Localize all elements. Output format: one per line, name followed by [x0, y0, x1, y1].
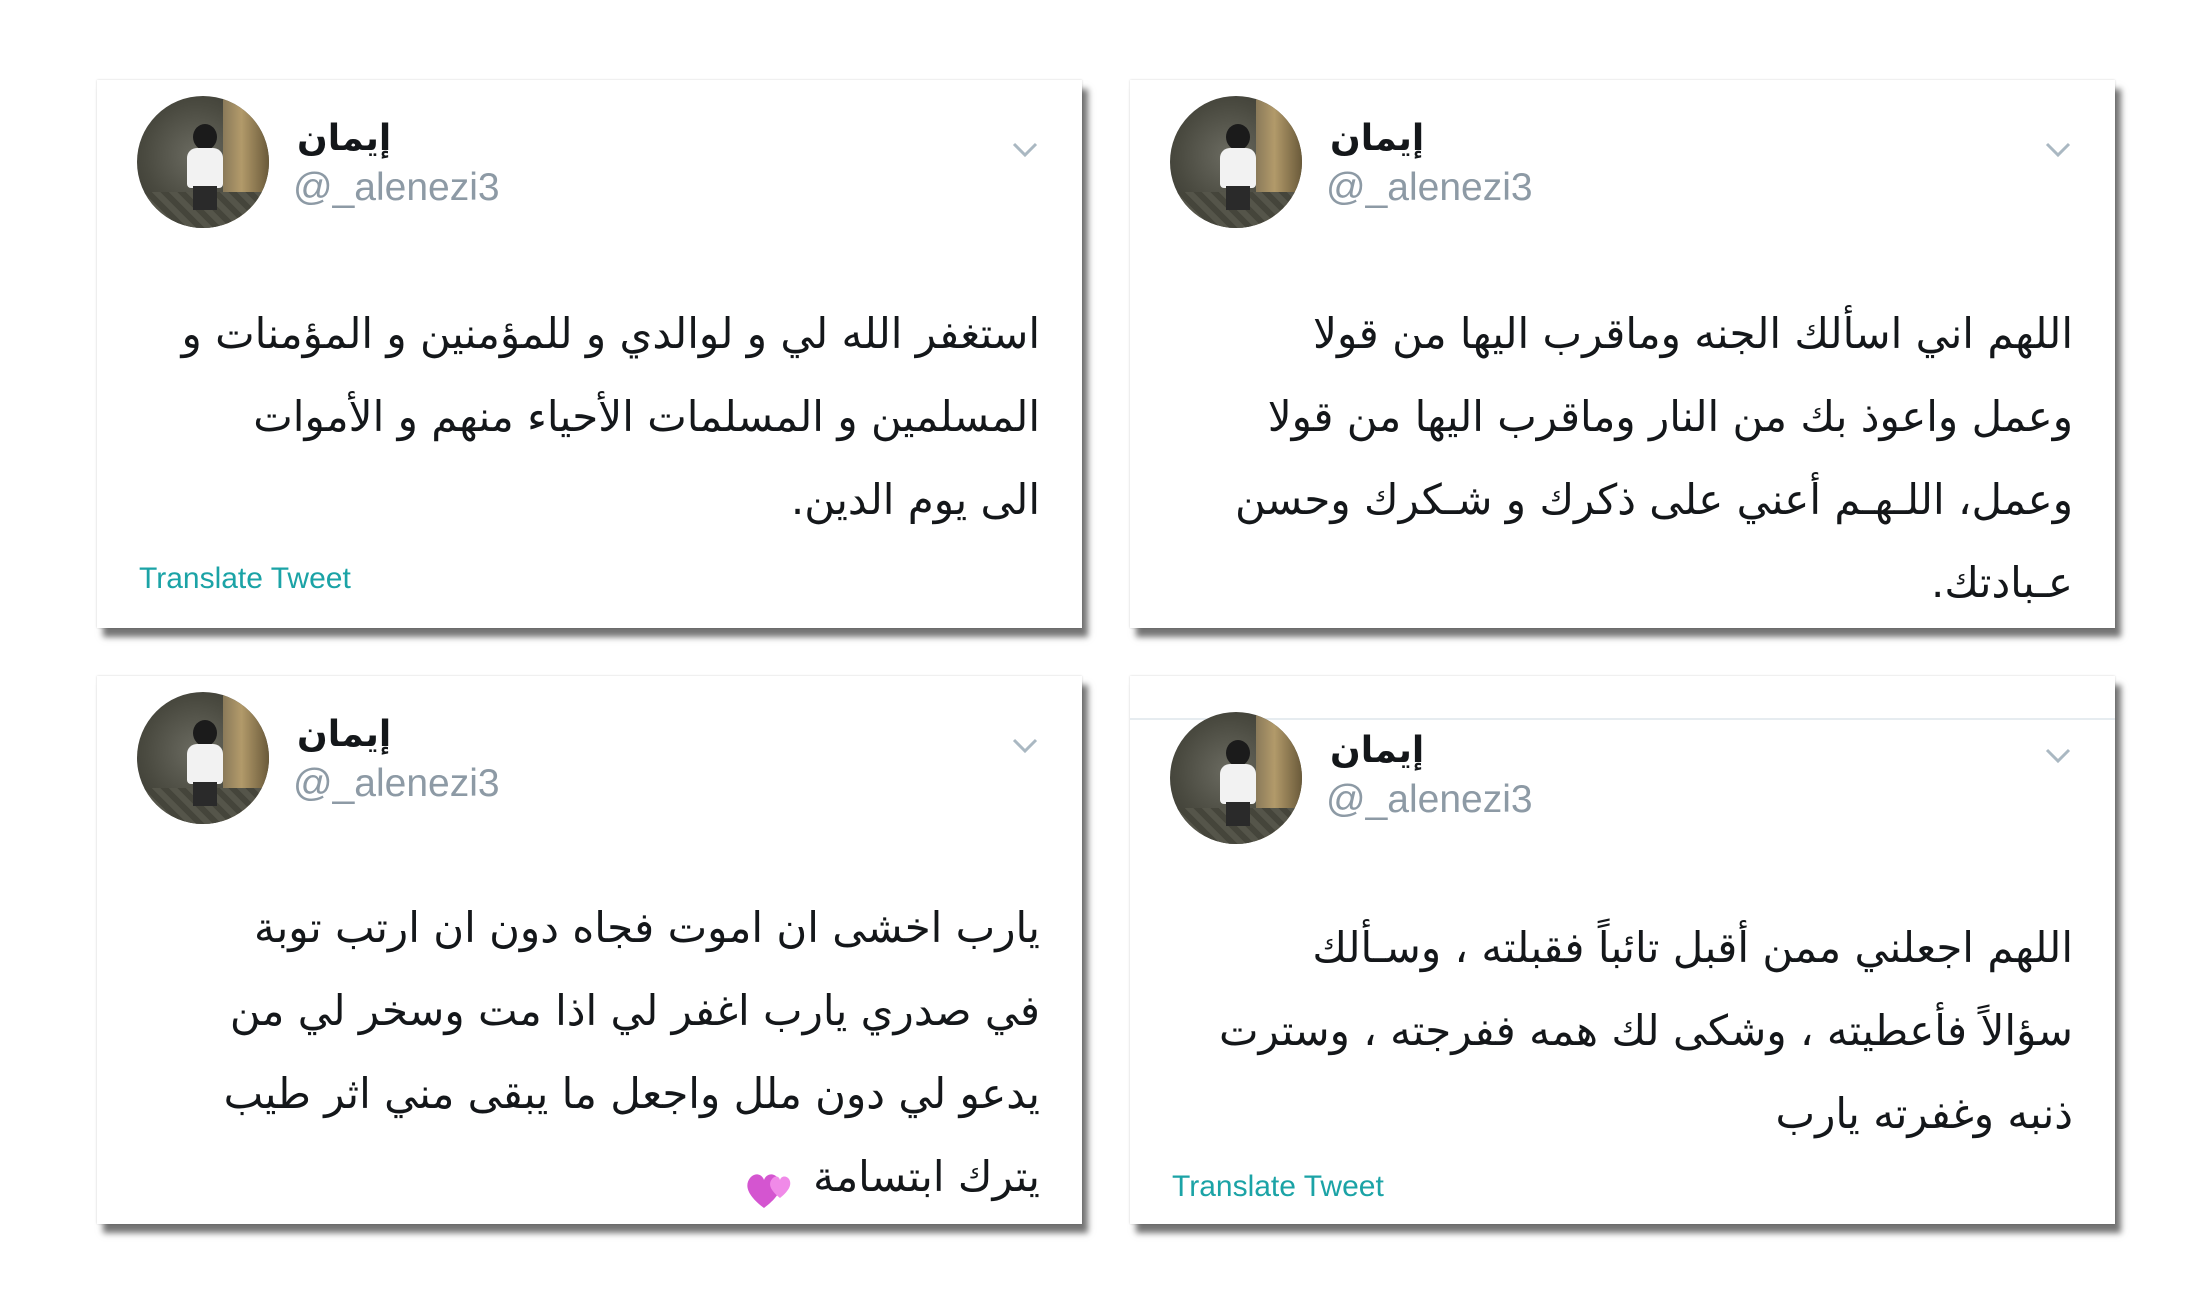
author-avatar[interactable]: [1170, 712, 1302, 844]
author-avatar[interactable]: [137, 96, 269, 228]
tweet-text-line: وعمل واعوذ بك من النار وماقرب اليها من ق…: [1267, 392, 2073, 441]
two-hearts-icon: [742, 1156, 800, 1208]
tweet-text-line: سؤالاً فأعطيته ، وشكى لك همه ففرجته ، وس…: [1218, 1006, 2073, 1055]
tweet-text-line: ذنبه وغفرته يارب: [1775, 1089, 2073, 1138]
tweet-card[interactable]: إيمان @_alenezi3 يارب اخشى ان اموت فجاه …: [97, 676, 1082, 1224]
author-handle[interactable]: @_alenezi3: [1326, 778, 1533, 822]
tweet-text-line: يارب اخشى ان اموت فجاه دون ان ارتب توبة: [254, 903, 1040, 952]
author-name[interactable]: إيمان: [1330, 730, 1424, 771]
tweet-text-line: وعمل، اللـهـم أعني على ذكرك و شـكرك وحسن: [1234, 475, 2073, 524]
author-handle[interactable]: @_alenezi3: [293, 762, 500, 806]
chevron-down-icon[interactable]: [2041, 738, 2075, 772]
tweet-text-line: اللهم اجعلني ممن أقبل تائباً فقبلته ، وس…: [1312, 923, 2073, 972]
tweet-text-line: عـبادتك.: [1931, 558, 2073, 607]
tweet-text-fragment: يترك ابتسامة: [813, 1152, 1040, 1201]
translate-tweet-link[interactable]: Translate Tweet: [1172, 1170, 1384, 1204]
tweet-text-line-last: يترك ابتسامة: [139, 1135, 1040, 1218]
tweet-text-line: الى يوم الدين.: [790, 475, 1040, 524]
author-name[interactable]: إيمان: [297, 118, 391, 159]
author-avatar[interactable]: [1170, 96, 1302, 228]
tweet-card[interactable]: إيمان @_alenezi3 اللهم اجعلني ممن أقبل ت…: [1130, 676, 2115, 1224]
chevron-down-icon[interactable]: [2041, 132, 2075, 166]
tweet-card[interactable]: إيمان @_alenezi3 اللهم اني اسألك الجنه و…: [1130, 80, 2115, 628]
tweet-text: يارب اخشى ان اموت فجاه دون ان ارتب توبة …: [139, 886, 1040, 1218]
tweet-text: اللهم اجعلني ممن أقبل تائباً فقبلته ، وس…: [1172, 906, 2073, 1155]
author-name[interactable]: إيمان: [1330, 118, 1424, 159]
tweet-text-line: المسلمين و المسلمات الأحياء منهم و الأمو…: [253, 392, 1040, 441]
author-handle[interactable]: @_alenezi3: [1326, 166, 1533, 210]
translate-tweet-link[interactable]: Translate Tweet: [139, 562, 351, 596]
author-name[interactable]: إيمان: [297, 714, 391, 755]
chevron-down-icon[interactable]: [1008, 728, 1042, 762]
tweet-text: استغفر الله لي و لوالدي و للمؤمنين و الم…: [139, 292, 1040, 541]
tweet-card[interactable]: إيمان @_alenezi3 استغفر الله لي و لوالدي…: [97, 80, 1082, 628]
tweet-text-line: استغفر الله لي و لوالدي و للمؤمنين و الم…: [181, 309, 1040, 358]
tweet-text-line: يدعو لي دون ملل واجعل ما يبقى مني اثر طي…: [223, 1069, 1040, 1118]
tweet-text-line: اللهم اني اسألك الجنه وماقرب اليها من قو…: [1313, 309, 2073, 358]
author-handle[interactable]: @_alenezi3: [293, 166, 500, 210]
tweet-text: اللهم اني اسألك الجنه وماقرب اليها من قو…: [1172, 292, 2073, 624]
tweet-text-line: في صدري يارب اغفر لي اذا مت وسخر لي من: [229, 986, 1040, 1035]
chevron-down-icon[interactable]: [1008, 132, 1042, 166]
author-avatar[interactable]: [137, 692, 269, 824]
